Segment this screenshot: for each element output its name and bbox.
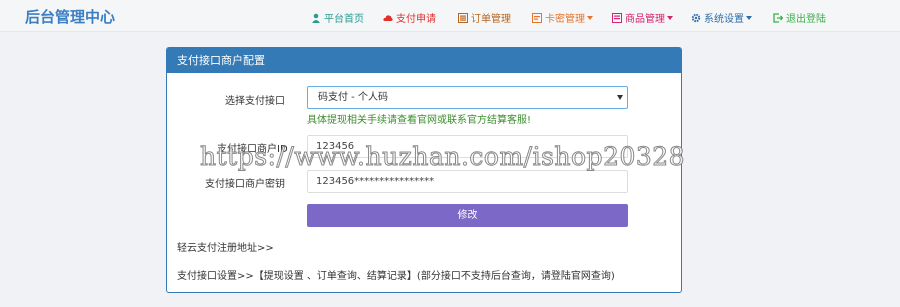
register-link[interactable]: 轻云支付注册地址>> xyxy=(177,239,274,254)
nav-logout-label: 退出登陆 xyxy=(786,14,826,25)
logout-icon xyxy=(773,13,783,23)
interface-select[interactable]: 码支付 - 个人码 xyxy=(307,86,628,109)
merchant-id-label: 支付接口商户ID xyxy=(217,144,288,155)
chevron-down-icon xyxy=(667,16,673,20)
interface-label: 选择支付接口 xyxy=(225,96,285,107)
app-title: 后台管理中心 xyxy=(25,8,116,26)
nav-orders-label: 订单管理 xyxy=(471,14,511,25)
nav-logout[interactable]: 退出登陆 xyxy=(773,10,826,25)
interface-hint: 具体提现相关手续请查看官网或联系官方结算客服! xyxy=(307,115,532,126)
card-icon xyxy=(532,13,542,23)
cloud-icon xyxy=(383,15,393,21)
nav-goods[interactable]: 商品管理 xyxy=(612,10,673,25)
gear-icon xyxy=(691,13,701,23)
settings-links-line[interactable]: 支付接口设置>>【提现设置 、订单查询、结算记录】(部分接口不支持后台查询，请登… xyxy=(177,267,615,282)
nav-home[interactable]: 平台首页 xyxy=(311,10,364,25)
merchant-key-value: 123456**************** xyxy=(316,176,435,187)
merchant-key-input[interactable]: 123456**************** xyxy=(307,170,628,193)
panel-title: 支付接口商户配置 xyxy=(167,48,681,73)
merchant-id-value: 123456 xyxy=(316,141,355,152)
nav-payment-apply-label: 支付申请 xyxy=(396,14,436,25)
chevron-down-icon xyxy=(746,16,752,20)
nav-settings[interactable]: 系统设置 xyxy=(691,10,752,25)
merchant-config-panel: 支付接口商户配置 选择支付接口 码支付 - 个人码 具体提现相关手续请查看官网或… xyxy=(166,47,682,293)
nav-goods-label: 商品管理 xyxy=(625,14,665,25)
top-navbar: 后台管理中心 平台首页 支付申请 订单管理 卡密管理 商品管理 系统设置 退出登… xyxy=(0,0,900,32)
merchant-id-input[interactable]: 123456 xyxy=(307,135,628,158)
goods-icon xyxy=(612,13,622,23)
nav-payment-apply[interactable]: 支付申请 xyxy=(383,10,436,25)
interface-select-value: 码支付 - 个人码 xyxy=(318,92,388,103)
chevron-down-icon xyxy=(587,16,593,20)
nav-card-keys-label: 卡密管理 xyxy=(545,14,585,25)
user-icon xyxy=(312,13,320,23)
nav-home-label: 平台首页 xyxy=(324,14,364,25)
merchant-key-label: 支付接口商户密钥 xyxy=(205,179,285,190)
dropdown-arrow-icon xyxy=(617,95,623,100)
nav-card-keys[interactable]: 卡密管理 xyxy=(532,10,593,25)
nav-settings-label: 系统设置 xyxy=(704,14,744,25)
list-icon xyxy=(458,13,468,23)
submit-button[interactable]: 修改 xyxy=(307,204,628,227)
nav-orders[interactable]: 订单管理 xyxy=(458,10,511,25)
